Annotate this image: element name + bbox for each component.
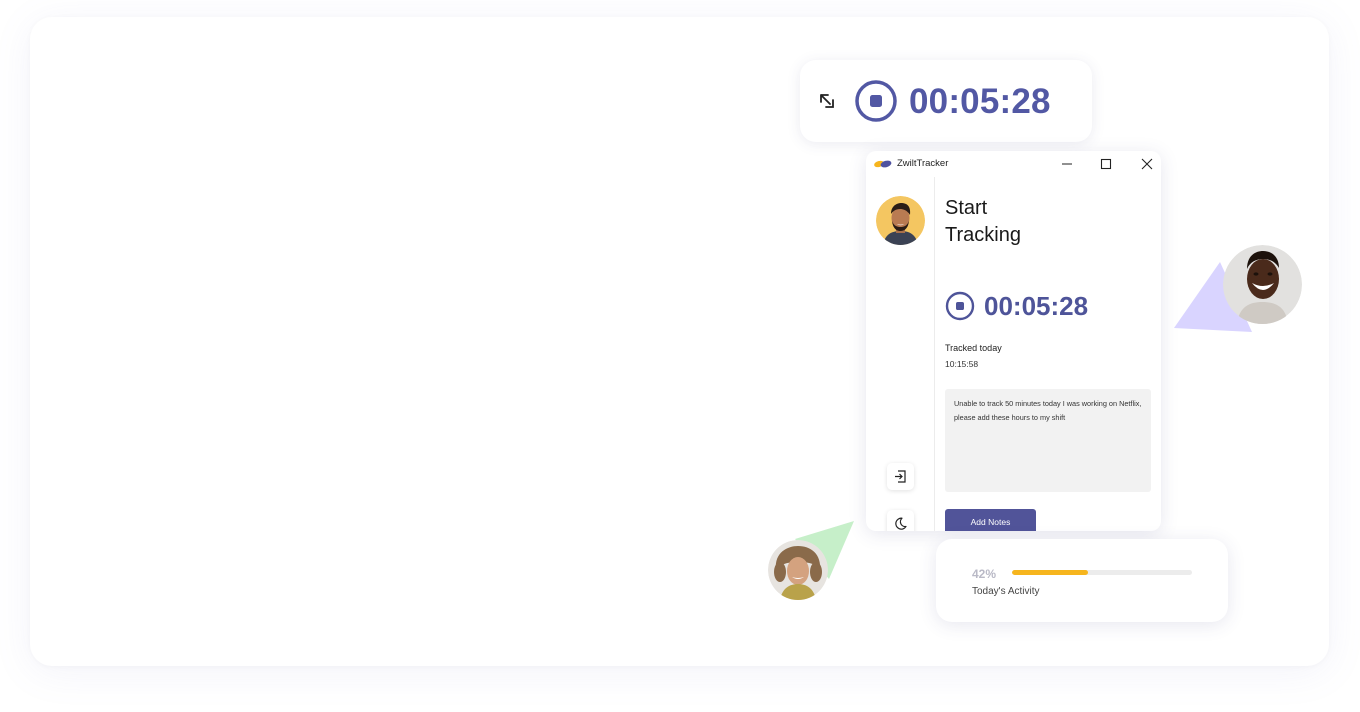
window-title: ZwiltTracker (897, 158, 949, 169)
collapse-window-icon[interactable] (819, 93, 837, 111)
mini-timer-widget: 00:05:28 (800, 60, 1092, 142)
timer-display: 00:05:28 (984, 291, 1089, 321)
close-icon[interactable] (1140, 157, 1154, 171)
logout-button[interactable] (887, 463, 914, 490)
stop-icon[interactable] (854, 79, 898, 123)
tracked-today-label: Tracked today (945, 343, 1002, 353)
activity-percent: 42% (972, 567, 997, 581)
activity-progress-bar (1012, 570, 1192, 575)
zwilttracker-window: ZwiltTracker Start Tracking 00:05:28 Tra… (866, 151, 1161, 531)
add-notes-button[interactable]: Add Notes (945, 509, 1036, 531)
sidebar (866, 177, 935, 531)
moon-icon (895, 517, 907, 530)
user-avatar[interactable] (876, 196, 925, 245)
title-bar: ZwiltTracker (866, 151, 1161, 177)
minimize-icon[interactable] (1060, 157, 1074, 171)
tracked-today-value: 10:15:58 (945, 359, 979, 369)
maximize-icon[interactable] (1099, 157, 1113, 171)
avatar-woman (768, 540, 828, 600)
notes-textarea[interactable]: Unable to track 50 minutes today I was w… (945, 389, 1151, 492)
mini-timer-time: 00:05:28 (909, 82, 1051, 121)
stop-icon[interactable] (945, 291, 975, 321)
logout-icon (895, 470, 906, 483)
zwilt-logo-icon (874, 160, 892, 168)
activity-card: 42% Today's Activity (936, 539, 1228, 622)
avatar-smiling-man (1223, 245, 1302, 324)
page-title: Start Tracking (945, 197, 1021, 246)
activity-progress-fill (1012, 570, 1088, 575)
activity-label: Today's Activity (972, 586, 1040, 597)
dark-mode-button[interactable] (887, 510, 914, 531)
